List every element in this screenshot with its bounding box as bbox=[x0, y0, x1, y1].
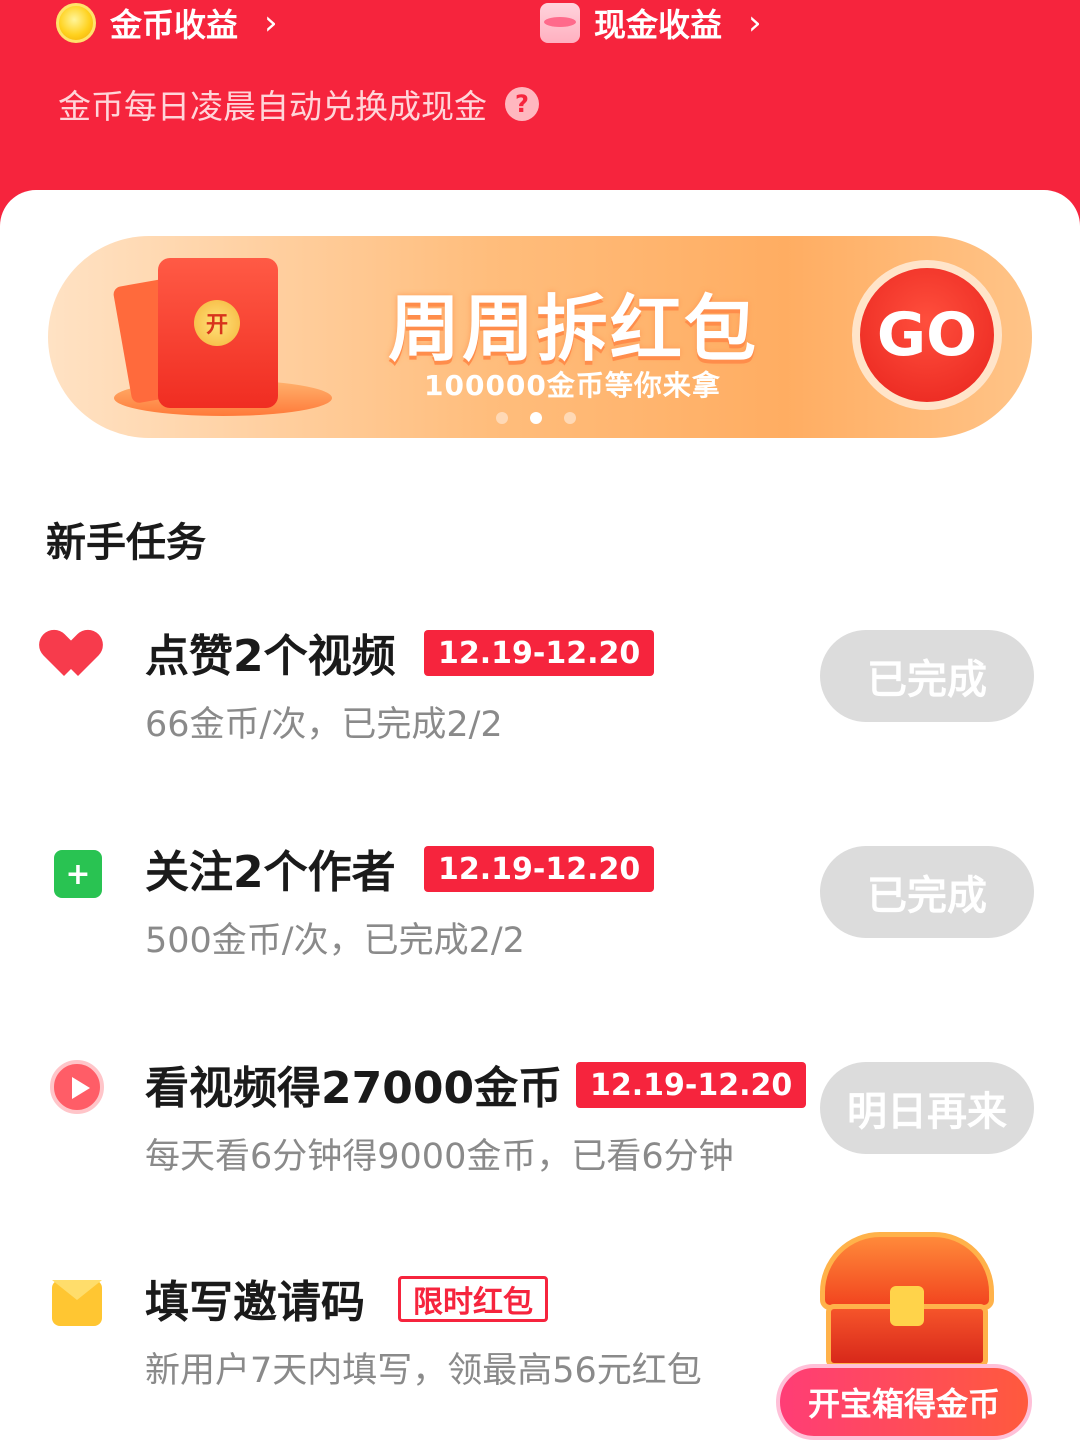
date-badge: 12.19-12.20 bbox=[424, 846, 655, 892]
coin-earnings-link[interactable]: 金币收益 › bbox=[56, 0, 278, 46]
open-treasure-button[interactable]: 开宝箱得金币 bbox=[776, 1364, 1032, 1440]
chevron-right-icon: › bbox=[264, 3, 278, 43]
play-icon bbox=[50, 1060, 104, 1114]
task-card: 开 周周拆红包 100000金币等你来拿 GO 新手任务 点赞2个视频 12.1… bbox=[0, 190, 1080, 1440]
cash-earnings-link[interactable]: 现金收益 › bbox=[540, 0, 762, 46]
task-name: 填写邀请码 bbox=[145, 1277, 365, 1328]
chest-lock bbox=[890, 1286, 924, 1326]
task-name: 看视频得27000金币 bbox=[145, 1063, 563, 1114]
banner-subtitle: 100000金币等你来拿 bbox=[424, 369, 721, 402]
banner-title: 周周拆红包 bbox=[388, 287, 759, 371]
task-row: 看视频得27000金币 12.19-12.20 每天看6分钟得9000金币，已看… bbox=[0, 1042, 1080, 1192]
treasure-chest-icon[interactable] bbox=[812, 1224, 1002, 1374]
envelope-seal: 开 bbox=[194, 300, 240, 346]
section-title: 新手任务 bbox=[46, 520, 206, 566]
exchange-hint: 金币每日凌晨自动兑换成现金 ? bbox=[58, 80, 539, 128]
date-badge: 12.19-12.20 bbox=[576, 1062, 807, 1108]
coin-icon bbox=[56, 3, 96, 43]
red-envelope-icon: 开 bbox=[158, 258, 278, 408]
coin-earnings-label: 金币收益 bbox=[110, 6, 239, 44]
weekly-red-packet-banner[interactable]: 开 周周拆红包 100000金币等你来拿 GO bbox=[48, 236, 1032, 438]
task-desc: 66金币/次，已完成2/2 bbox=[145, 705, 503, 745]
red-envelope-illustration: 开 bbox=[110, 254, 340, 424]
go-button[interactable]: GO bbox=[852, 260, 1002, 410]
wallet-icon bbox=[540, 3, 580, 43]
cash-earnings-label: 现金收益 bbox=[594, 6, 723, 44]
task-row: 点赞2个视频 12.19-12.20 66金币/次，已完成2/2 已完成 bbox=[0, 610, 1080, 760]
task-row: + 关注2个作者 12.19-12.20 500金币/次，已完成2/2 已完成 bbox=[0, 826, 1080, 976]
envelope-icon bbox=[52, 1280, 102, 1326]
add-follow-icon: + bbox=[54, 850, 102, 898]
task-completed-button[interactable]: 已完成 bbox=[820, 630, 1034, 722]
limited-red-packet-badge: 限时红包 bbox=[398, 1276, 548, 1322]
carousel-dot-active bbox=[530, 412, 542, 424]
task-completed-button[interactable]: 已完成 bbox=[820, 846, 1034, 938]
task-desc: 500金币/次，已完成2/2 bbox=[145, 921, 525, 961]
heart-icon bbox=[50, 628, 106, 684]
task-desc: 每天看6分钟得9000金币，已看6分钟 bbox=[145, 1137, 734, 1177]
exchange-hint-text: 金币每日凌晨自动兑换成现金 bbox=[58, 87, 487, 126]
task-name: 关注2个作者 bbox=[145, 847, 396, 898]
task-desc: 新用户7天内填写，领最高56元红包 bbox=[145, 1351, 702, 1391]
help-icon[interactable]: ? bbox=[505, 87, 539, 121]
date-badge: 12.19-12.20 bbox=[424, 630, 655, 676]
carousel-dot bbox=[564, 412, 576, 424]
task-name: 点赞2个视频 bbox=[145, 631, 396, 682]
carousel-dot bbox=[496, 412, 508, 424]
carousel-indicator bbox=[496, 412, 576, 424]
chevron-right-icon: › bbox=[748, 3, 762, 43]
come-back-tomorrow-button[interactable]: 明日再来 bbox=[820, 1062, 1034, 1154]
